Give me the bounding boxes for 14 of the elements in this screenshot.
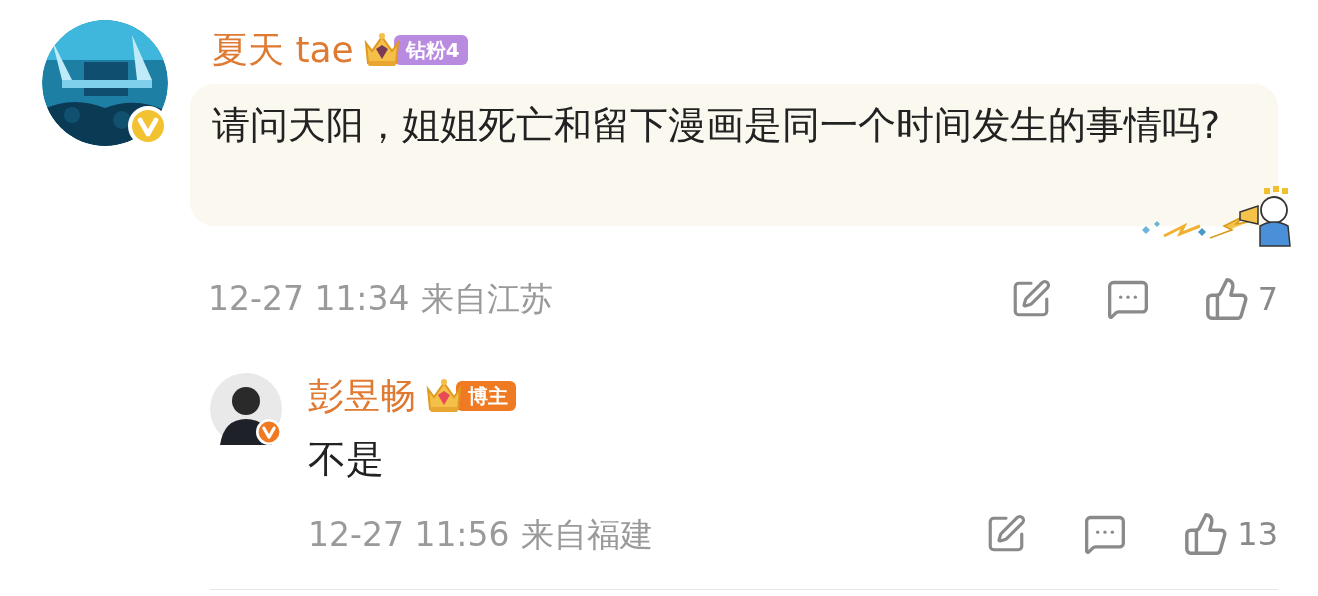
badge-label: 博主 xyxy=(456,380,516,411)
badge-label: 钻粉4 xyxy=(393,35,468,65)
like-button[interactable]: 7 xyxy=(1203,274,1278,323)
location-text: 来自江苏 xyxy=(421,278,554,320)
thumbs-up-icon xyxy=(1203,275,1250,322)
timestamp: 12-27 11:56 xyxy=(308,513,510,556)
like-button[interactable]: 13 xyxy=(1183,510,1278,559)
username[interactable]: 彭昱畅 xyxy=(308,368,416,423)
timestamp: 12-27 11:34 xyxy=(208,278,410,320)
username[interactable]: 夏天 tae xyxy=(212,23,354,77)
crown-icon xyxy=(424,376,464,415)
location-text: 来自福建 xyxy=(521,513,654,556)
comment-text: 请问天阳，姐姐死亡和留下漫画是同一个时间发生的事情吗? xyxy=(212,102,1222,149)
reply-text: 不是 xyxy=(308,435,385,483)
